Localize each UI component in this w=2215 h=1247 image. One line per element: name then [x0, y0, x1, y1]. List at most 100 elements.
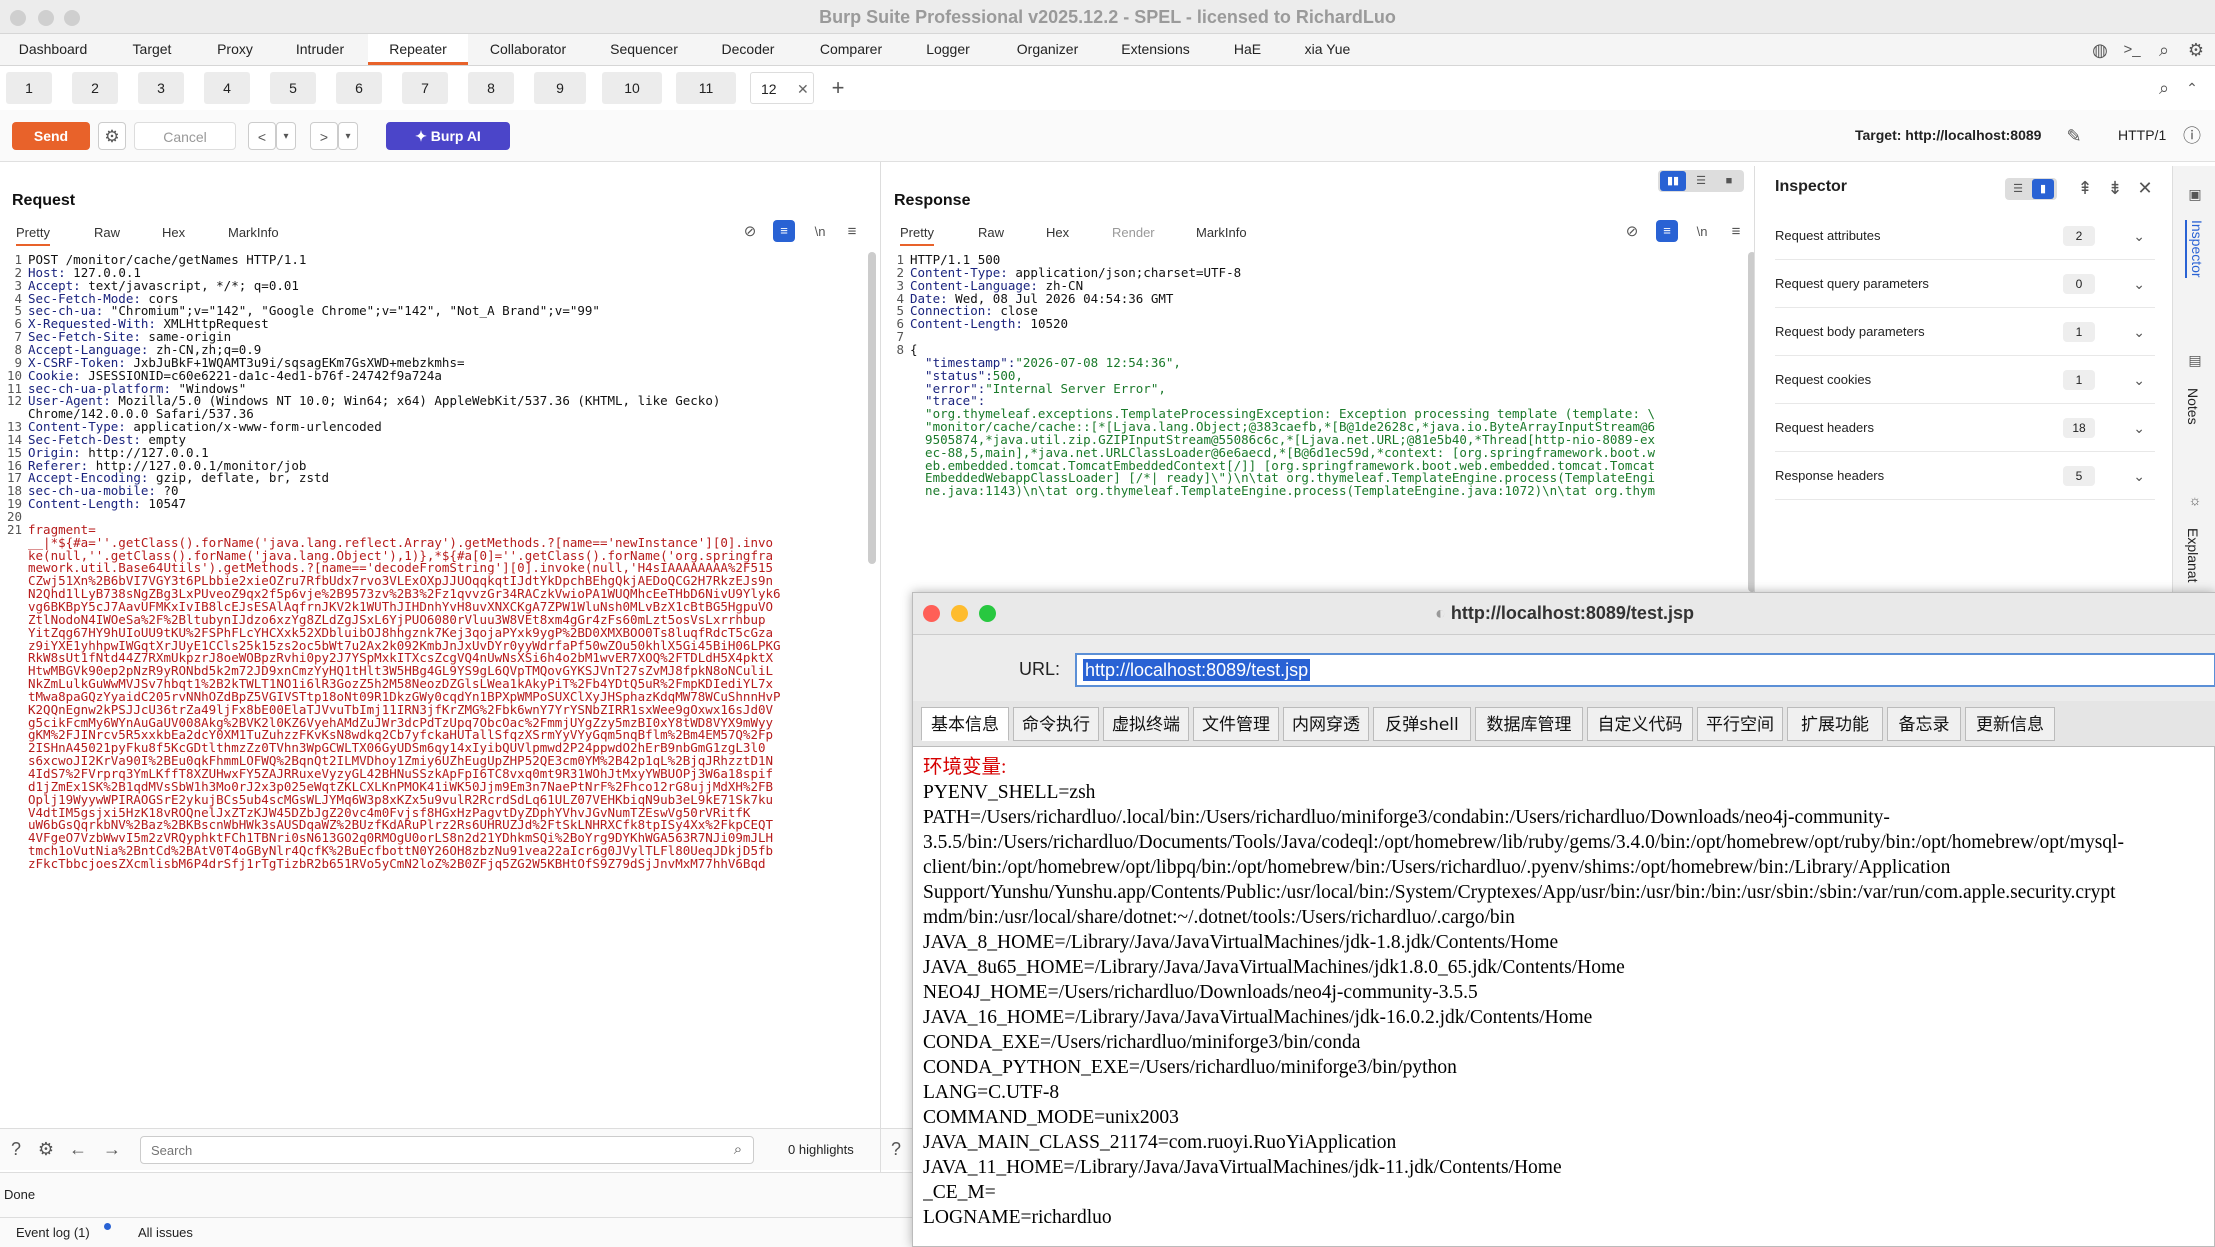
cancel-button[interactable]: Cancel: [134, 122, 236, 150]
tab-update-info[interactable]: 更新信息: [1965, 707, 2055, 741]
back-dropdown-icon[interactable]: ▾: [276, 122, 296, 150]
tab-organizer[interactable]: Organizer: [1000, 34, 1095, 65]
help-icon[interactable]: ?: [4, 1137, 28, 1161]
tab-parallel-space[interactable]: 平行空间: [1697, 707, 1783, 741]
search-input[interactable]: [140, 1136, 754, 1164]
response-tab-hex[interactable]: Hex: [1046, 220, 1069, 246]
http-version-label[interactable]: HTTP/1: [2118, 127, 2166, 143]
single-view-icon[interactable]: ■: [1716, 171, 1742, 191]
tab-collaborator[interactable]: Collaborator: [478, 34, 578, 65]
tab-dashboard[interactable]: Dashboard: [8, 34, 98, 65]
inspector-row-response-headers[interactable]: Response headers 5 ⌄: [1775, 452, 2155, 500]
close-icon[interactable]: ✕: [2133, 176, 2157, 200]
split-view-icon[interactable]: ▮▮: [1660, 171, 1686, 191]
response-tab-markinfo[interactable]: MarkInfo: [1196, 220, 1247, 246]
tab-comparer[interactable]: Comparer: [806, 34, 896, 65]
response-tab-pretty[interactable]: Pretty: [900, 220, 934, 246]
notes-icon[interactable]: ▤: [2183, 348, 2207, 372]
repeater-tab-5[interactable]: 5: [270, 72, 316, 104]
tab-intruder[interactable]: Intruder: [280, 34, 360, 65]
response-tab-render[interactable]: Render: [1112, 220, 1155, 246]
request-tab-markinfo[interactable]: MarkInfo: [228, 220, 279, 246]
stacked-view-icon[interactable]: ☰: [1688, 171, 1714, 191]
send-button[interactable]: Send: [12, 122, 90, 150]
event-log-link[interactable]: Event log (1): [16, 1225, 90, 1240]
inspector-row-request-attributes[interactable]: Request attributes 2 ⌄: [1775, 212, 2155, 260]
search-tabs-icon[interactable]: ⌕: [2152, 76, 2176, 100]
tab-xia-yue[interactable]: xia Yue: [1290, 34, 1365, 65]
tab-reverse-shell[interactable]: 反弹shell: [1373, 707, 1471, 741]
tab-extensions[interactable]: 扩展功能: [1787, 707, 1883, 741]
repeater-tab-1[interactable]: 1: [6, 72, 52, 104]
tab-virtual-terminal[interactable]: 虚拟终端: [1103, 707, 1189, 741]
gear-icon[interactable]: ⚙: [2184, 38, 2208, 62]
inspector-row-cookies[interactable]: Request cookies 1 ⌄: [1775, 356, 2155, 404]
repeater-tab-10[interactable]: 10: [602, 72, 662, 104]
repeater-tab-7[interactable]: 7: [402, 72, 448, 104]
menu-icon[interactable]: ≡: [1724, 220, 1748, 244]
repeater-tab-2[interactable]: 2: [72, 72, 118, 104]
repeater-tab-4[interactable]: 4: [204, 72, 250, 104]
all-issues-link[interactable]: All issues: [138, 1225, 193, 1240]
tab-sequencer[interactable]: Sequencer: [594, 34, 694, 65]
help-icon[interactable]: ⓘ: [2180, 124, 2204, 148]
hide-eye-icon[interactable]: ⊘: [738, 220, 762, 244]
request-tab-raw[interactable]: Raw: [94, 220, 120, 246]
search-icon[interactable]: ⌕: [2152, 38, 2176, 62]
repeater-tab-8[interactable]: 8: [468, 72, 514, 104]
inspector-row-query-parameters[interactable]: Request query parameters 0 ⌄: [1775, 260, 2155, 308]
forward-dropdown-icon[interactable]: ▾: [338, 122, 358, 150]
repeater-tab-6[interactable]: 6: [336, 72, 382, 104]
terminal-icon[interactable]: >_: [2120, 38, 2144, 62]
request-tab-pretty[interactable]: Pretty: [16, 220, 50, 246]
edit-pencil-icon[interactable]: ✎: [2062, 124, 2086, 148]
list-view-icon[interactable]: ☰: [2007, 179, 2029, 199]
gear-icon[interactable]: ⚙: [34, 1137, 58, 1161]
request-tab-hex[interactable]: Hex: [162, 220, 185, 246]
tab-database-manager[interactable]: 数据库管理: [1475, 707, 1583, 741]
add-tab-icon[interactable]: +: [826, 76, 850, 100]
previous-match-icon[interactable]: ←: [66, 1137, 90, 1161]
tab-command-exec[interactable]: 命令执行: [1013, 707, 1099, 741]
inspector-row-request-headers[interactable]: Request headers 18 ⌄: [1775, 404, 2155, 452]
tab-decoder[interactable]: Decoder: [708, 34, 788, 65]
lightbulb-icon[interactable]: ☼: [2183, 488, 2207, 512]
repeater-tab-12[interactable]: 12 ✕: [750, 72, 814, 104]
response-editor[interactable]: 1 HTTP/1.1 500 2 Content-Type: application/…: [882, 252, 1752, 592]
url-input[interactable]: http://localhost:8089/test.jsp: [1075, 653, 2215, 687]
tab-file-manager[interactable]: 文件管理: [1193, 707, 1279, 741]
help-icon[interactable]: ?: [884, 1137, 908, 1161]
panel-divider[interactable]: [880, 162, 881, 1172]
newline-icon[interactable]: \n: [808, 220, 832, 244]
settings-gear-icon[interactable]: ⚙: [98, 122, 126, 150]
tab-intranet-tunnel[interactable]: 内网穿透: [1283, 707, 1369, 741]
collapse-all-icon[interactable]: ⇞: [2073, 176, 2097, 200]
rail-tab-inspector[interactable]: Inspector: [2185, 220, 2205, 278]
tab-logger[interactable]: Logger: [908, 34, 988, 65]
next-match-icon[interactable]: →: [100, 1137, 124, 1161]
tab-proxy[interactable]: Proxy: [200, 34, 270, 65]
close-tab-icon[interactable]: ✕: [797, 73, 809, 105]
tab-hae[interactable]: HaE: [1220, 34, 1275, 65]
response-tab-raw[interactable]: Raw: [978, 220, 1004, 246]
repeater-tab-11[interactable]: 11: [676, 72, 736, 104]
request-scrollbar[interactable]: [868, 252, 876, 564]
wrap-lines-icon[interactable]: ≡: [773, 220, 795, 242]
tab-extensions[interactable]: Extensions: [1108, 34, 1203, 65]
tab-repeater[interactable]: Repeater: [368, 34, 468, 65]
inspector-rail-icon[interactable]: ▣: [2183, 182, 2207, 206]
repeater-tab-3[interactable]: 3: [138, 72, 184, 104]
tab-custom-code[interactable]: 自定义代码: [1587, 707, 1693, 741]
newline-icon[interactable]: \n: [1690, 220, 1714, 244]
tab-memo[interactable]: 备忘录: [1887, 707, 1961, 741]
menu-icon[interactable]: ≡: [840, 220, 864, 244]
chevron-up-icon[interactable]: ⌃: [2180, 76, 2204, 100]
burp-ai-button[interactable]: ✦ Burp AI: [386, 122, 510, 150]
back-arrow-icon[interactable]: <: [248, 122, 276, 150]
rail-tab-notes[interactable]: Notes: [2185, 388, 2201, 425]
hide-eye-icon[interactable]: ⊘: [1620, 220, 1644, 244]
request-editor[interactable]: 1 POST /monitor/cache/getNames HTTP/1.1 2 H…: [0, 252, 880, 1118]
tab-target[interactable]: Target: [112, 34, 192, 65]
inspector-row-body-parameters[interactable]: Request body parameters 1 ⌄: [1775, 308, 2155, 356]
forward-arrow-icon[interactable]: >: [310, 122, 338, 150]
